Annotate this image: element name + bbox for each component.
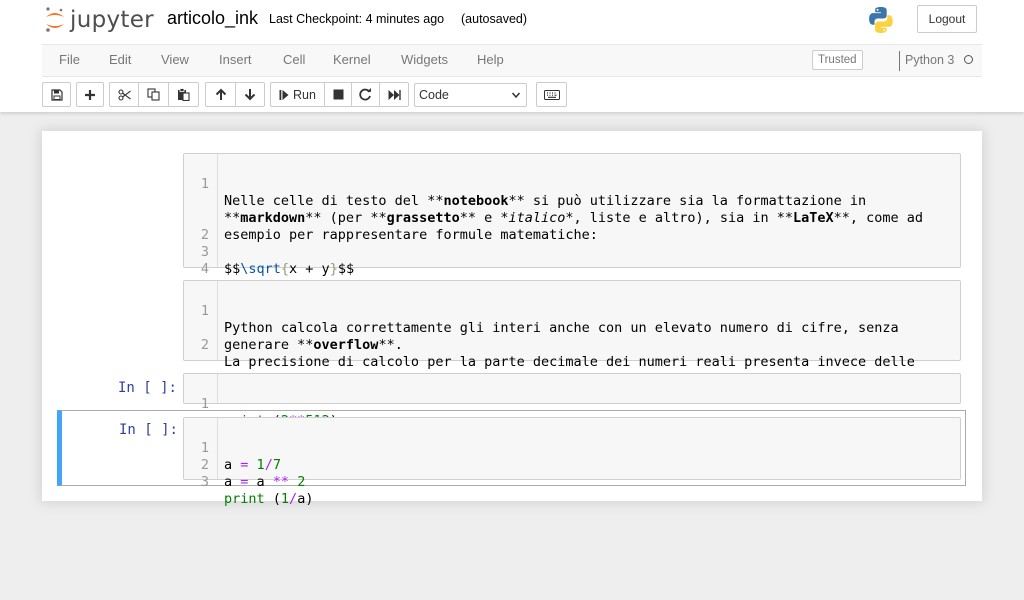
paste-button[interactable] xyxy=(168,82,199,107)
code-line: a = a ** 2 xyxy=(224,474,306,490)
code-line: $$\sqrt{x + y}$$ xyxy=(224,261,355,277)
code-cell-selected[interactable]: In [ ]: 1 a = 1/7 2 a = a ** 2 3 print (… xyxy=(57,410,966,507)
autosave-status: (autosaved) xyxy=(461,12,528,26)
copy-button[interactable] xyxy=(138,82,169,107)
command-palette-button[interactable] xyxy=(536,82,567,107)
keyboard-icon xyxy=(543,89,560,100)
jupyter-orbit-icon xyxy=(46,7,64,32)
code-line: print (1/a) xyxy=(224,491,314,507)
menu-help[interactable]: Help xyxy=(477,52,504,67)
checkpoint-status: Last Checkpoint: 4 minutes ago xyxy=(269,12,445,26)
chevron-down-icon xyxy=(511,92,521,99)
markdown-cell[interactable]: 1 Python calcola correttamente gli inter… xyxy=(57,278,966,387)
move-down-button[interactable] xyxy=(235,82,265,107)
jupyter-logo-text: jupyter xyxy=(70,7,154,33)
restart-run-all-button[interactable] xyxy=(379,82,409,107)
plus-icon xyxy=(85,89,95,100)
run-button[interactable]: Run xyxy=(270,82,325,107)
logout-button[interactable]: Logout xyxy=(917,5,977,33)
trusted-indicator[interactable]: Trusted xyxy=(812,50,863,70)
menu-edit[interactable]: Edit xyxy=(109,52,131,67)
markdown-cell[interactable]: 1 Nelle celle di testo del **notebook** … xyxy=(57,151,966,294)
menu-kernel[interactable]: Kernel xyxy=(333,52,371,67)
restart-icon xyxy=(359,88,371,101)
notebook-name[interactable]: articolo_ink xyxy=(167,8,258,29)
scissors-icon xyxy=(117,88,131,101)
input-prompt: In [ ]: xyxy=(117,380,177,396)
line-number: 1 xyxy=(200,176,209,192)
cell-editor[interactable]: 1 print (2**512) xyxy=(183,373,961,429)
kernel-idle-icon xyxy=(964,55,973,64)
line-number: 1 xyxy=(200,303,209,319)
input-prompt: In [ ]: xyxy=(118,422,178,438)
run-button-label: Run xyxy=(293,87,316,102)
cut-button[interactable] xyxy=(109,82,139,107)
menu-file[interactable]: File xyxy=(59,52,80,67)
cell-editor[interactable]: 1 Nelle celle di testo del **notebook** … xyxy=(183,153,961,294)
menu-widgets[interactable]: Widgets xyxy=(401,52,448,67)
save-icon xyxy=(50,88,63,101)
code-cell[interactable]: In [ ]: 1 print (2**512) xyxy=(57,371,966,429)
run-icon xyxy=(279,89,289,100)
copy-icon xyxy=(147,88,160,101)
move-up-button[interactable] xyxy=(205,82,236,107)
arrow-down-icon xyxy=(244,89,256,101)
cell-editor[interactable]: 1 a = 1/7 2 a = a ** 2 3 print (1/a) xyxy=(183,417,961,507)
line-number: 2 xyxy=(200,337,209,353)
fast-forward-icon xyxy=(388,89,401,100)
menubar: File Edit View Insert Cell Kernel Widget… xyxy=(42,44,982,77)
restart-button[interactable] xyxy=(351,82,380,107)
python-logo-icon xyxy=(866,5,896,40)
arrow-up-icon xyxy=(215,88,226,100)
kernel-name: Python 3 xyxy=(905,53,955,67)
save-button[interactable] xyxy=(42,82,71,107)
kernel-separator xyxy=(899,51,900,71)
stop-icon xyxy=(333,89,343,100)
menu-insert[interactable]: Insert xyxy=(219,52,252,67)
paste-icon xyxy=(178,88,190,101)
notebook-container: 1 Nelle celle di testo del **notebook** … xyxy=(42,131,982,507)
interrupt-button[interactable] xyxy=(324,82,352,107)
cell-type-value: Code xyxy=(419,88,449,102)
insert-cell-button[interactable] xyxy=(76,82,104,107)
header: jupyter articolo_ink Last Checkpoint: 4 … xyxy=(0,0,1024,112)
line-number: 4 xyxy=(200,261,209,277)
jupyter-logo[interactable]: jupyter xyxy=(44,4,154,36)
menu-cell[interactable]: Cell xyxy=(283,52,305,67)
menu-view[interactable]: View xyxy=(161,52,189,67)
cell-editor[interactable]: 1 Python calcola correttamente gli inter… xyxy=(183,280,961,387)
line-number: 3 xyxy=(200,474,209,490)
cell-type-select[interactable]: Code xyxy=(414,83,527,107)
